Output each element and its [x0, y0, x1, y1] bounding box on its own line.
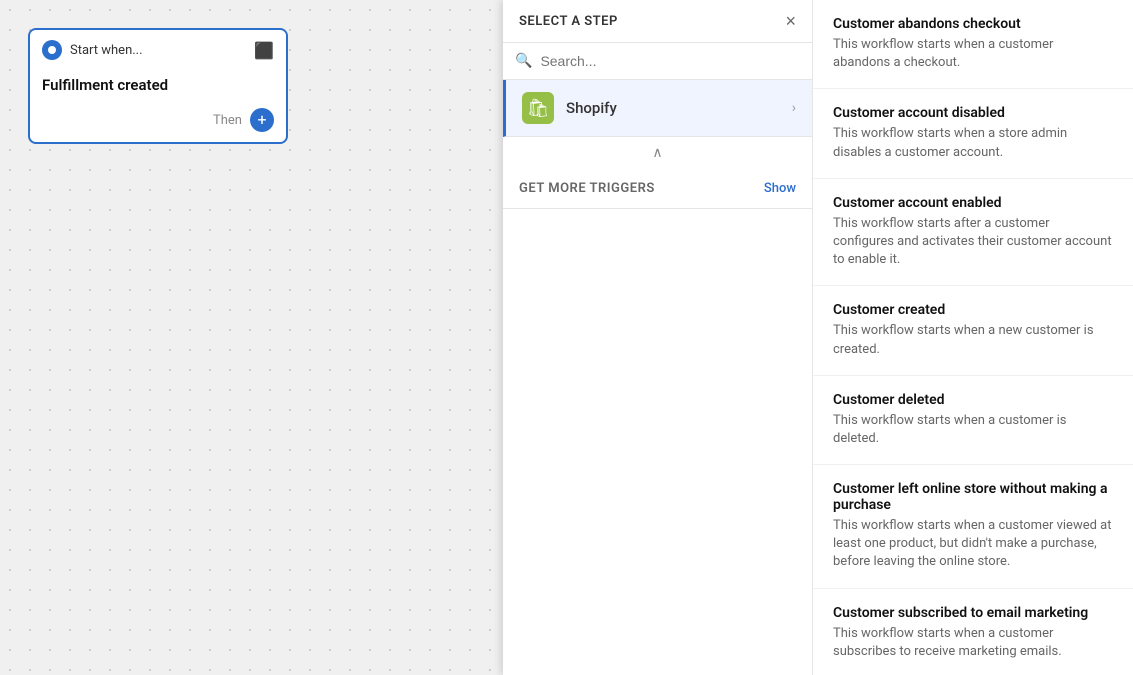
trigger-item[interactable]: Customer account enabled This workflow st…	[813, 179, 1133, 287]
trigger-desc: This workflow starts when a customer vie…	[833, 517, 1113, 572]
trigger-dot	[42, 40, 62, 60]
trigger-item[interactable]: Customer created This workflow starts whe…	[813, 286, 1133, 375]
close-button[interactable]: ×	[785, 12, 796, 30]
shopify-bag-icon: 🛍	[527, 98, 550, 119]
trigger-desc: This workflow starts when a new customer…	[833, 322, 1113, 358]
shopify-logo: 🛍	[522, 92, 554, 124]
search-input[interactable]	[540, 53, 800, 69]
show-more-triggers-button[interactable]: Show	[764, 181, 796, 196]
trigger-item[interactable]: Customer abandons checkout This workflow …	[813, 0, 1133, 89]
more-triggers-label: GET MORE TRIGGERS	[519, 181, 655, 196]
trigger-name: Customer left online store without makin…	[833, 481, 1113, 513]
chevron-up-icon: ∧	[652, 145, 662, 161]
trigger-desc: This workflow starts when a customer is …	[833, 412, 1113, 448]
trigger-desc: This workflow starts when a customer aba…	[833, 36, 1113, 72]
start-node: Start when... ⬛ Fulfillment created Then…	[28, 28, 288, 144]
search-bar: 🔍	[503, 43, 812, 80]
trigger-item[interactable]: Customer account disabled This workflow s…	[813, 89, 1133, 178]
shopify-label: Shopify	[566, 99, 780, 117]
right-panel: SELECT A STEP × 🔍 🛍 Shopify › ∧ GET MORE…	[503, 0, 1133, 675]
trigger-name: Customer account disabled	[833, 105, 1113, 121]
start-node-body: Fulfillment created	[30, 70, 286, 108]
collapse-indicator[interactable]: ∧	[503, 137, 812, 169]
start-node-header-left: Start when...	[42, 40, 143, 60]
trigger-desc: This workflow starts when a store admin …	[833, 125, 1113, 161]
add-step-button[interactable]: +	[250, 108, 274, 132]
trigger-name: Customer abandons checkout	[833, 16, 1113, 32]
start-node-footer: Then +	[30, 108, 286, 142]
trigger-name: Customer deleted	[833, 392, 1113, 408]
start-when-label: Start when...	[70, 43, 143, 58]
node-menu-icon[interactable]: ⬛	[254, 41, 274, 60]
trigger-desc: This workflow starts when a customer sub…	[833, 625, 1113, 661]
search-icon: 🔍	[515, 53, 532, 69]
more-triggers-row: GET MORE TRIGGERS Show	[503, 169, 812, 209]
trigger-name: Customer created	[833, 302, 1113, 318]
trigger-name: Customer account enabled	[833, 195, 1113, 211]
chevron-right-icon: ›	[792, 100, 796, 116]
trigger-item[interactable]: Customer left online store without makin…	[813, 465, 1133, 589]
trigger-desc: This workflow starts after a customer co…	[833, 215, 1113, 270]
then-label: Then	[213, 113, 242, 128]
trigger-item[interactable]: Customer subscribed to email marketing Th…	[813, 589, 1133, 675]
start-node-header: Start when... ⬛	[30, 30, 286, 70]
trigger-name: Customer subscribed to email marketing	[833, 605, 1113, 621]
shopify-item[interactable]: 🛍 Shopify ›	[503, 80, 812, 137]
panel-left: SELECT A STEP × 🔍 🛍 Shopify › ∧ GET MORE…	[503, 0, 813, 675]
panel-title: SELECT A STEP	[519, 14, 618, 29]
trigger-item[interactable]: Customer deleted This workflow starts whe…	[813, 376, 1133, 465]
panel-right: Customer abandons checkout This workflow …	[813, 0, 1133, 675]
panel-header: SELECT A STEP ×	[503, 0, 812, 43]
